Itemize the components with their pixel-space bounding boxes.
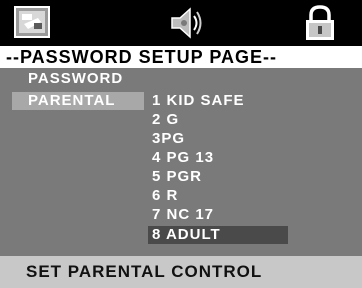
- parental-option-pgr[interactable]: 5 PGR: [148, 168, 288, 186]
- parental-option-r[interactable]: 6 R: [148, 187, 288, 205]
- status-bar: SET PARENTAL CONTROL: [0, 256, 362, 288]
- parental-option-kid-safe[interactable]: 1 KID SAFE: [148, 92, 288, 110]
- page-title: --PASSWORD SETUP PAGE--: [6, 47, 278, 67]
- padlock-icon[interactable]: [300, 4, 340, 42]
- parental-option-pg[interactable]: 3PG: [148, 130, 288, 148]
- menu-item-parental[interactable]: PARENTAL: [12, 92, 144, 110]
- settings-panel-icon[interactable]: [12, 4, 52, 42]
- setup-tab-bar: [0, 0, 362, 46]
- parental-option-pg13[interactable]: 4 PG 13: [148, 149, 288, 167]
- parental-option-nc17[interactable]: 7 NC 17: [148, 206, 288, 224]
- menu-item-password[interactable]: PASSWORD: [28, 70, 123, 88]
- parental-option-adult[interactable]: 8 ADULT: [148, 226, 288, 244]
- parental-option-g[interactable]: 2 G: [148, 111, 288, 129]
- title-bar: --PASSWORD SETUP PAGE--: [0, 46, 362, 68]
- status-text: SET PARENTAL CONTROL: [26, 262, 263, 281]
- settings-panel: PASSWORD PARENTAL 1 KID SAFE 2 G 3PG 4 P…: [0, 68, 362, 256]
- speaker-icon[interactable]: [166, 4, 206, 42]
- osd-screen: --PASSWORD SETUP PAGE-- PASSWORD PARENTA…: [0, 0, 362, 288]
